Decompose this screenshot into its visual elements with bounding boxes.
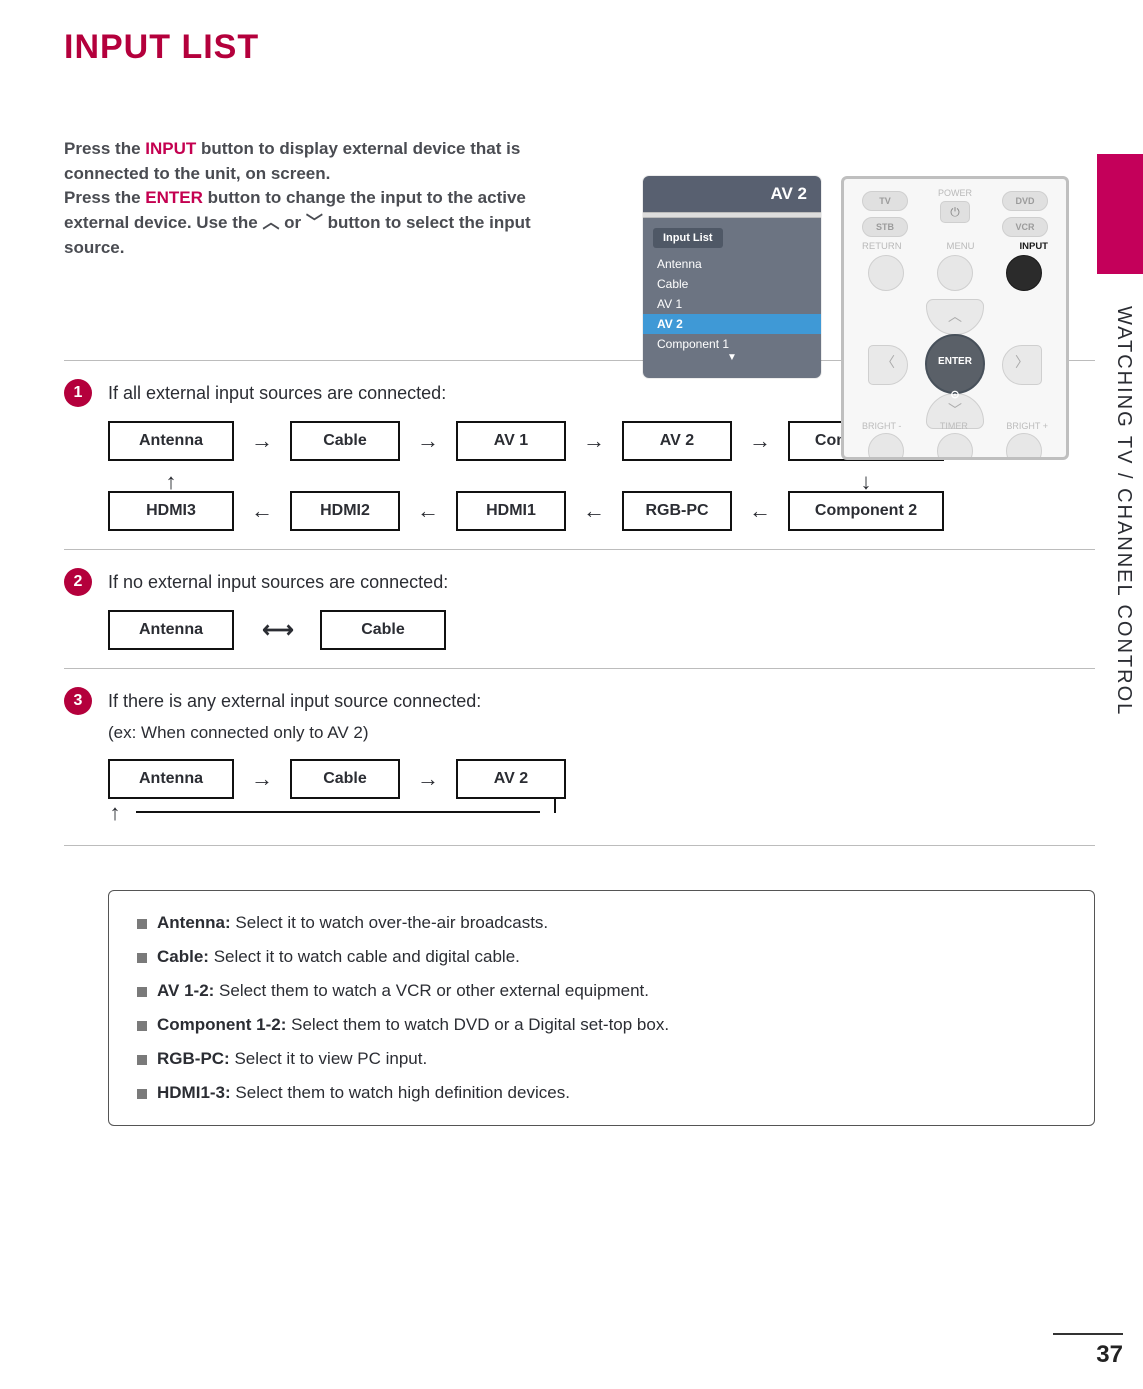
flow-box: Antenna: [108, 421, 234, 461]
flow-box: Component 2: [788, 491, 944, 531]
square-bullet-icon: [137, 1021, 147, 1031]
arrow-right-icon: →: [248, 430, 276, 452]
flow-box: Cable: [290, 759, 400, 799]
osd-item[interactable]: Cable: [643, 274, 821, 294]
remote-bright-minus-label: BRIGHT -: [862, 421, 901, 431]
section-3: 3 If there is any external input source …: [64, 687, 1095, 827]
arrow-left-icon: ←: [414, 500, 442, 522]
square-bullet-icon: [137, 919, 147, 929]
osd-item[interactable]: Antenna: [643, 254, 821, 274]
flow-box: AV 1: [456, 421, 566, 461]
flow-box: HDMI3: [108, 491, 234, 531]
arrow-left-icon: ←: [248, 500, 276, 522]
remote-menu-label: MENU: [947, 241, 975, 252]
flow-box: Antenna: [108, 759, 234, 799]
remote-menu-button[interactable]: [937, 255, 973, 291]
info-box: Antenna: Select it to watch over-the-air…: [108, 890, 1095, 1126]
flow-box: Cable: [290, 421, 400, 461]
info-item: HDMI1-3: Select them to watch high defin…: [137, 1083, 1066, 1103]
remote-navpad: ︿ ﹀ 〈 〉 ENTER: [868, 299, 1042, 429]
osd-more-indicator: ▼: [643, 354, 821, 362]
remote-pill-stb[interactable]: STB: [862, 217, 908, 237]
remote-pill-vcr[interactable]: VCR: [1002, 217, 1048, 237]
page-edge-tab: [1097, 154, 1143, 274]
flow-box: HDMI1: [456, 491, 566, 531]
osd-item[interactable]: Component 1: [643, 334, 821, 354]
arrow-left-icon: ←: [580, 500, 608, 522]
remote-left-button[interactable]: 〈: [868, 345, 908, 385]
arrow-right-icon: →: [248, 768, 276, 790]
remote-return-button[interactable]: [868, 255, 904, 291]
remote-bright-minus-button[interactable]: [868, 433, 904, 460]
osd-panel: AV 2 Input List Antenna Cable AV 1 AV 2 …: [643, 176, 821, 378]
page-title: INPUT LIST: [64, 28, 1095, 67]
remote-return-label: RETURN: [862, 241, 902, 252]
remote-enter-button[interactable]: ENTER: [925, 334, 985, 394]
arrow-up-icon: ↑: [108, 799, 122, 827]
square-bullet-icon: [137, 953, 147, 963]
step-title-1: If all external input sources are connec…: [108, 383, 446, 404]
hl-enter: ENTER: [145, 188, 203, 207]
square-bullet-icon: [137, 1089, 147, 1099]
step-bullet-2: 2: [64, 568, 92, 596]
arrow-both-icon: ⟷: [248, 619, 306, 641]
remote-power-label: POWER: [844, 188, 1066, 198]
step-subtitle-3: (ex: When connected only to AV 2): [108, 723, 1095, 743]
loop-line: [136, 799, 540, 813]
remote-input-button[interactable]: [1006, 255, 1042, 291]
chevron-up-icon: ︿: [262, 213, 279, 232]
info-item: Component 1-2: Select them to watch DVD …: [137, 1015, 1066, 1035]
osd-item-selected[interactable]: AV 2: [643, 314, 821, 334]
step-title-2: If no external input sources are connect…: [108, 572, 448, 593]
arrow-right-icon: →: [414, 430, 442, 452]
step-bullet-1: 1: [64, 379, 92, 407]
arrow-left-icon: ←: [746, 500, 774, 522]
page-number: 37: [1053, 1333, 1123, 1369]
osd-header: AV 2: [643, 176, 821, 212]
remote-timer-button[interactable]: [937, 433, 973, 460]
flow-box: RGB-PC: [622, 491, 732, 531]
flow-box: HDMI2: [290, 491, 400, 531]
section-2: 2 If no external input sources are conne…: [64, 568, 1095, 650]
remote-bright-plus-button[interactable]: [1006, 433, 1042, 460]
chevron-down-icon: ﹀: [306, 213, 323, 232]
info-item: AV 1-2: Select them to watch a VCR or ot…: [137, 981, 1066, 1001]
flow-box: Cable: [320, 610, 446, 650]
square-bullet-icon: [137, 987, 147, 997]
remote-right-button[interactable]: 〉: [1002, 345, 1042, 385]
section-side-title: WATCHING TV / CHANNEL CONTROL: [1107, 306, 1135, 846]
remote-timer-label: TIMER: [940, 421, 968, 431]
osd-item[interactable]: AV 1: [643, 294, 821, 314]
arrow-right-icon: →: [580, 430, 608, 452]
remote-up-button[interactable]: ︿: [926, 299, 984, 335]
square-bullet-icon: [137, 1055, 147, 1065]
remote-bright-plus-label: BRIGHT +: [1006, 421, 1048, 431]
arrow-right-icon: →: [414, 768, 442, 790]
info-item: Cable: Select it to watch cable and digi…: [137, 947, 1066, 967]
remote-illustration: TV DVD STB VCR POWER ⏻ RETURN MENU INPUT…: [841, 176, 1069, 460]
remote-power-button[interactable]: ⏻: [940, 201, 970, 223]
info-item: Antenna: Select it to watch over-the-air…: [137, 913, 1066, 933]
remote-input-label: INPUT: [1019, 241, 1048, 252]
step-title-3: If there is any external input source co…: [108, 691, 481, 712]
flow-box: AV 2: [456, 759, 566, 799]
intro-text: Press the INPUT button to display extern…: [64, 137, 584, 260]
loop-drop: [554, 799, 556, 813]
flow-box: Antenna: [108, 610, 234, 650]
step-bullet-3: 3: [64, 687, 92, 715]
osd-title: Input List: [653, 228, 723, 248]
hl-input: INPUT: [145, 139, 196, 158]
info-item: RGB-PC: Select it to view PC input.: [137, 1049, 1066, 1069]
